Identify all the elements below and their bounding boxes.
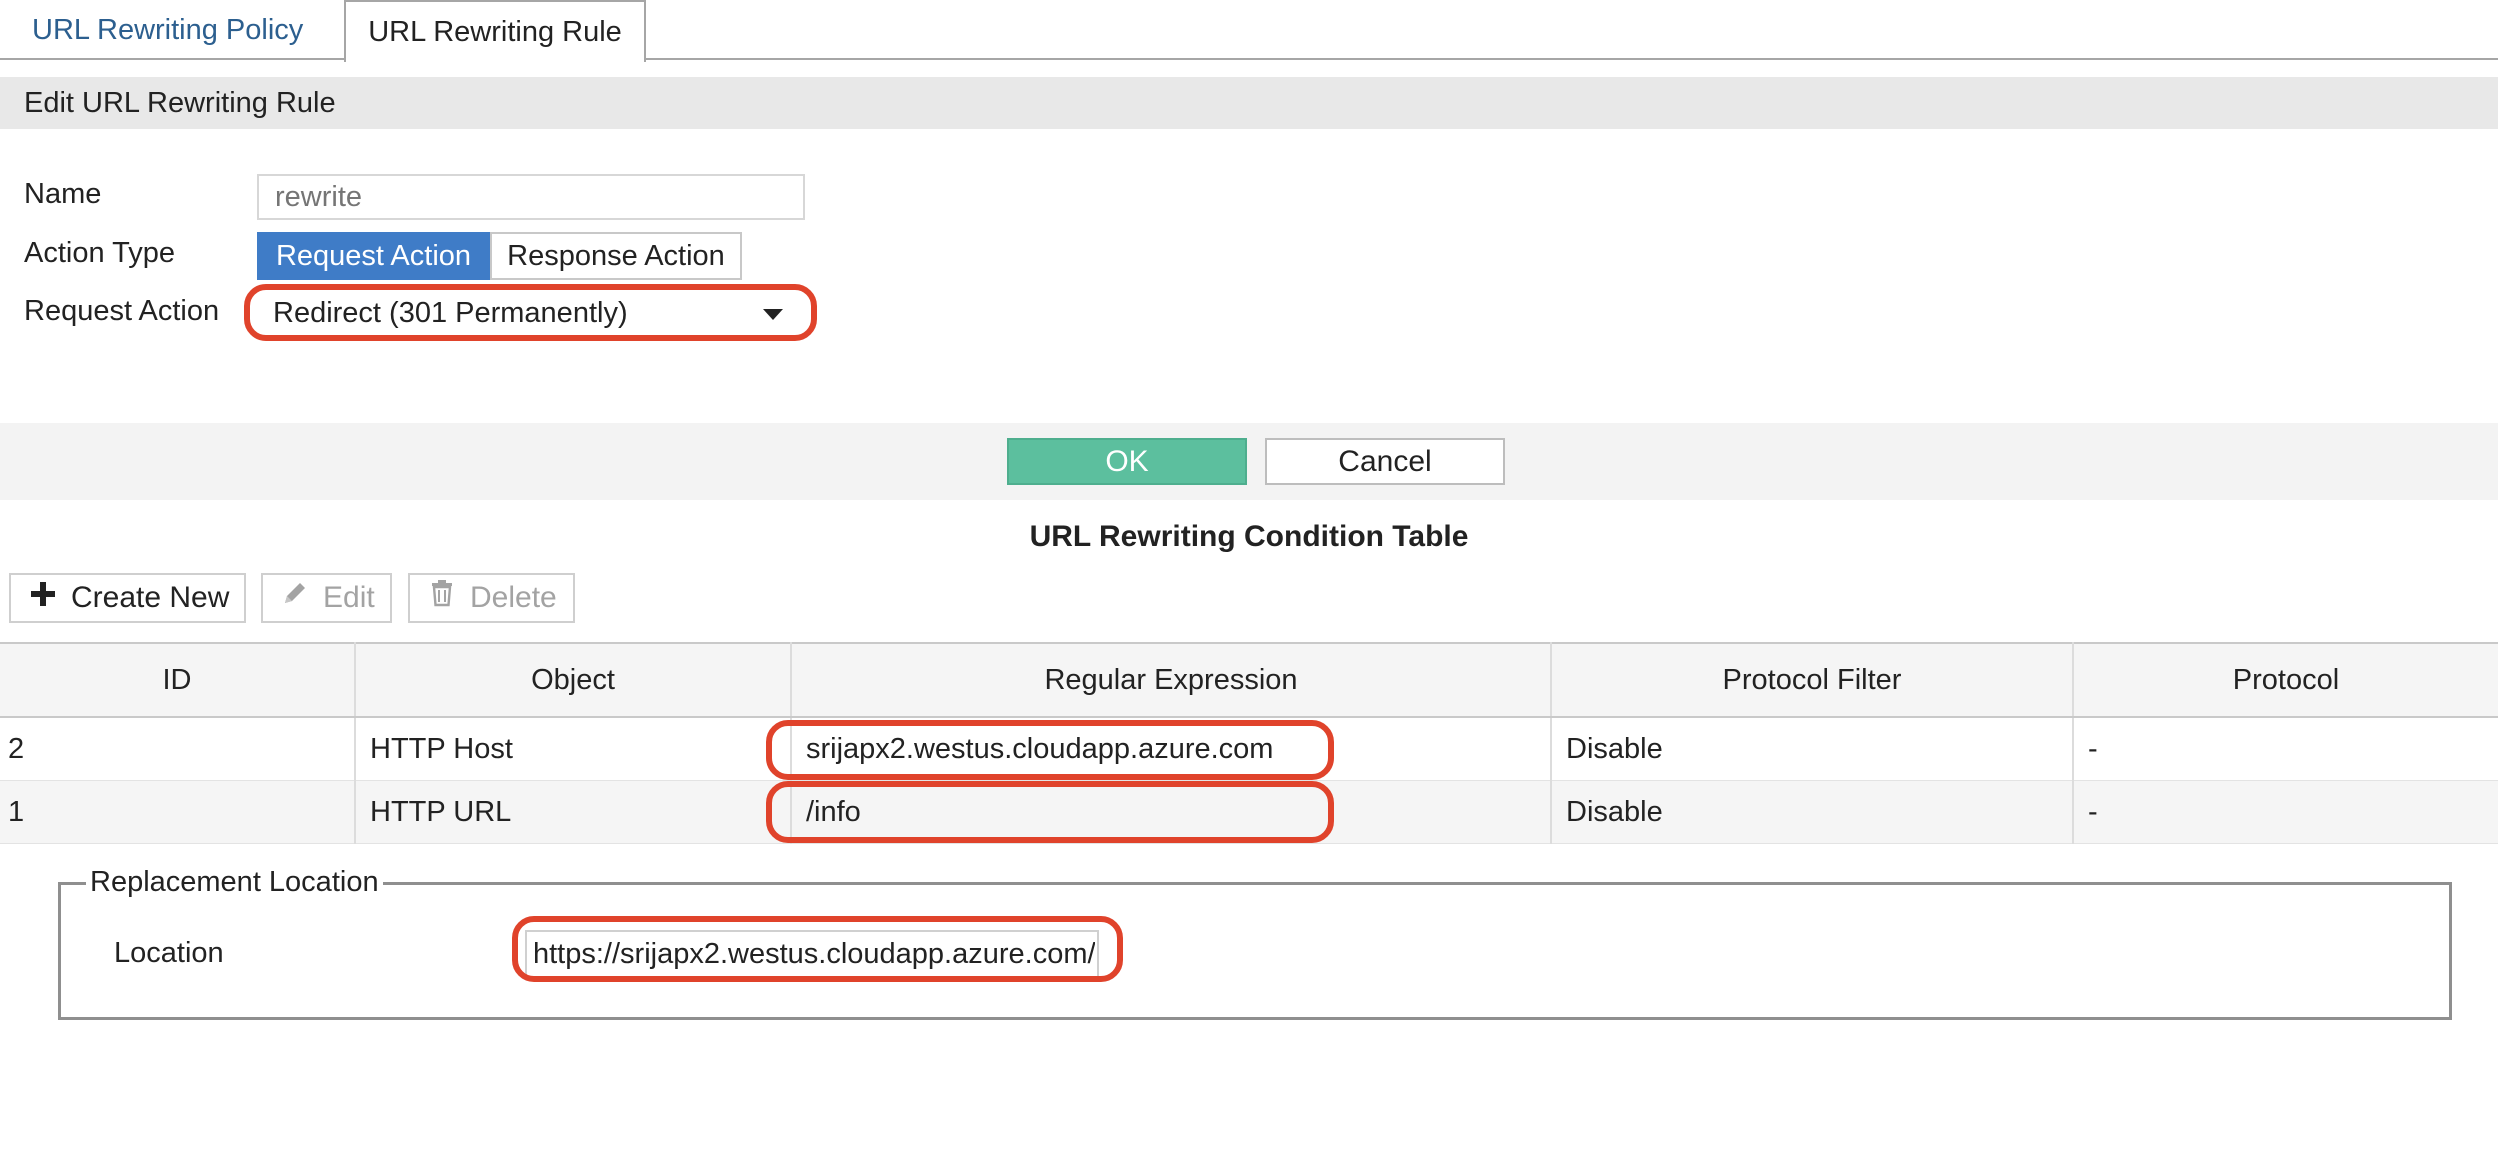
- cell-protocol-filter: Disable: [1551, 717, 2074, 781]
- request-action-label: Request Action: [24, 295, 220, 327]
- column-header-regular-expression[interactable]: Regular Expression: [791, 642, 1552, 718]
- condition-table: ID Object Regular Expression Protocol Fi…: [0, 642, 2498, 844]
- button-bar: [0, 423, 2498, 500]
- cell-regex: srijapx2.westus.cloudapp.azure.com: [791, 717, 1552, 781]
- column-header-id[interactable]: ID: [0, 642, 356, 718]
- column-header-protocol[interactable]: Protocol: [2073, 642, 2498, 718]
- tab-bar: URL Rewriting Policy URL Rewriting Rule: [0, 0, 2498, 62]
- ok-button[interactable]: OK: [1007, 438, 1247, 485]
- condition-table-title: URL Rewriting Condition Table: [1029, 520, 1469, 553]
- caret-down-icon: [763, 309, 783, 320]
- table-row[interactable]: 1 HTTP URL /info Disable -: [0, 780, 2498, 844]
- request-action-toggle[interactable]: Request Action: [257, 232, 490, 280]
- create-new-label: Create New: [71, 581, 230, 614]
- request-action-value: Redirect (301 Permanently): [273, 297, 628, 329]
- location-label: Location: [114, 937, 224, 969]
- table-row[interactable]: 2 HTTP Host srijapx2.westus.cloudapp.azu…: [0, 717, 2498, 781]
- location-input[interactable]: [525, 930, 1099, 978]
- cell-protocol: -: [2073, 717, 2498, 781]
- plus-icon: [27, 575, 59, 621]
- delete-button[interactable]: Delete: [408, 573, 575, 623]
- cancel-button[interactable]: Cancel: [1265, 438, 1505, 485]
- edit-button[interactable]: Edit: [261, 573, 392, 623]
- column-header-object[interactable]: Object: [355, 642, 792, 718]
- trash-icon: [426, 575, 458, 621]
- cell-object: HTTP URL: [355, 780, 792, 844]
- action-type-label: Action Type: [24, 237, 176, 269]
- cell-id: 1: [0, 780, 356, 844]
- cell-id: 2: [0, 717, 356, 781]
- edit-label: Edit: [323, 581, 375, 614]
- cell-protocol-filter: Disable: [1551, 780, 2074, 844]
- name-label: Name: [24, 178, 102, 210]
- name-input[interactable]: [257, 174, 805, 220]
- replacement-location-legend: Replacement Location: [86, 866, 383, 899]
- response-action-toggle[interactable]: Response Action: [490, 232, 742, 280]
- create-new-button[interactable]: Create New: [9, 573, 246, 623]
- tab-url-rewriting-policy[interactable]: URL Rewriting Policy: [10, 0, 325, 60]
- column-header-protocol-filter[interactable]: Protocol Filter: [1551, 642, 2074, 718]
- request-action-select[interactable]: Redirect (301 Permanently): [257, 289, 805, 337]
- cell-regex: /info: [791, 780, 1552, 844]
- cell-protocol: -: [2073, 780, 2498, 844]
- section-title: Edit URL Rewriting Rule: [0, 77, 2498, 129]
- tab-url-rewriting-rule[interactable]: URL Rewriting Rule: [344, 0, 646, 62]
- pencil-icon: [279, 575, 311, 621]
- replacement-location-group: [58, 882, 2452, 1020]
- cell-object: HTTP Host: [355, 717, 792, 781]
- delete-label: Delete: [470, 581, 557, 614]
